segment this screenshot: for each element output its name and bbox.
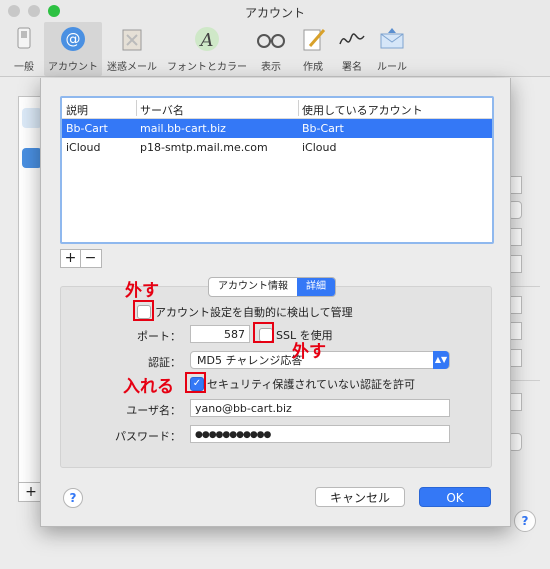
password-label: パスワード：	[115, 430, 181, 443]
preferences-toolbar: 一般 @ アカウント 迷惑メール A フォントとカラー 表示 作成 署名 ルール	[0, 22, 550, 77]
toolbar-label: 作成	[303, 62, 323, 73]
toolbar-label: ルール	[377, 62, 407, 73]
ok-button[interactable]: OK	[419, 487, 491, 507]
annotation-remove-ssl: 外す	[292, 342, 326, 362]
table-cell: mail.bb-cart.biz	[140, 122, 226, 135]
toolbar-fonts[interactable]: A フォントとカラー	[164, 22, 250, 76]
port-field[interactable]: 587	[190, 325, 250, 343]
tab-control: アカウント情報 詳細	[208, 277, 336, 297]
annotation-insert-insecure-auth: 入れる	[123, 377, 174, 397]
toolbar-viewing[interactable]: 表示	[252, 22, 290, 76]
annotation-remove-auto-manage: 外す	[125, 281, 159, 301]
toolbar-label: アカウント	[48, 62, 98, 73]
signature-icon	[339, 33, 365, 45]
column-header-server[interactable]: サーバ名	[140, 102, 184, 118]
cancel-button[interactable]: キャンセル	[315, 487, 405, 507]
annotation-box	[185, 372, 206, 393]
insecure-auth-label: セキュリティ保護されていない認証を許可	[207, 378, 416, 391]
svg-text:@: @	[66, 30, 81, 48]
auto-manage-label: アカウント設定を自動的に検出して管理	[155, 306, 353, 319]
table-cell: Bb-Cart	[302, 122, 344, 135]
username-label: ユーザ名：	[126, 404, 181, 417]
table-cell: iCloud	[302, 141, 337, 154]
divider	[510, 380, 540, 381]
smtp-server-table: 説明 サーバ名 使用しているアカウント Bb-Cart mail.bb-cart…	[60, 96, 494, 244]
username-field[interactable]: yano@bb-cart.biz	[190, 399, 450, 417]
title-bar: アカウント	[0, 0, 550, 22]
pen-icon	[303, 29, 326, 51]
smtp-server-sheet: 説明 サーバ名 使用しているアカウント Bb-Cart mail.bb-cart…	[40, 78, 511, 527]
column-header-description[interactable]: 説明	[66, 102, 88, 118]
toolbar-label: フォントとカラー	[167, 62, 247, 73]
password-field[interactable]: ●●●●●●●●●●●	[190, 425, 450, 443]
toolbar-label: 署名	[342, 62, 362, 73]
chevron-updown-icon: ▲▼	[433, 351, 449, 369]
annotation-box	[133, 300, 154, 321]
tab-account-info[interactable]: アカウント情報	[209, 278, 297, 296]
toolbar-signatures[interactable]: 署名	[334, 22, 370, 76]
table-row[interactable]: iCloud p18-smtp.mail.me.com iCloud	[62, 138, 492, 157]
toolbar-label: 迷惑メール	[107, 62, 157, 73]
add-server-button[interactable]: +	[61, 250, 80, 267]
window-title: アカウント	[244, 6, 305, 20]
toolbar-composing[interactable]: 作成	[294, 22, 332, 76]
table-row[interactable]: Bb-Cart mail.bb-cart.biz Bb-Cart	[62, 119, 492, 138]
tab-details[interactable]: 詳細	[297, 278, 335, 296]
divider	[510, 286, 540, 287]
help-button[interactable]: ?	[63, 488, 83, 508]
port-label: ポート：	[137, 330, 181, 343]
table-cell: p18-smtp.mail.me.com	[140, 141, 268, 154]
table-cell: Bb-Cart	[66, 122, 108, 135]
add-remove-control: + −	[60, 249, 102, 268]
annotation-box	[253, 322, 274, 343]
cloud-icon	[22, 108, 42, 128]
toolbar-label: 表示	[261, 62, 281, 73]
switch-icon	[17, 27, 31, 49]
toolbar-rules[interactable]: ルール	[372, 22, 412, 76]
remove-server-button[interactable]: −	[81, 250, 100, 267]
toolbar-general[interactable]: 一般	[4, 22, 44, 76]
font-icon: A	[195, 27, 219, 51]
at-icon: @	[61, 27, 85, 51]
toolbar-accounts[interactable]: @ アカウント	[44, 22, 102, 76]
toolbar-junk[interactable]: 迷惑メール	[104, 22, 160, 76]
svg-text:A: A	[199, 30, 214, 51]
table-cell: iCloud	[66, 141, 101, 154]
table-header: 説明 サーバ名 使用しているアカウント	[62, 98, 492, 119]
glasses-icon	[257, 34, 285, 48]
auth-label: 認証：	[148, 356, 181, 369]
toolbar-label: 一般	[14, 62, 34, 73]
column-header-account[interactable]: 使用しているアカウント	[302, 102, 423, 118]
trash-icon	[122, 29, 142, 51]
at-icon	[22, 148, 42, 168]
help-button[interactable]: ?	[514, 510, 536, 532]
envelope-icon	[380, 28, 404, 49]
auth-select-value: MD5 チャレンジ応答	[197, 354, 303, 367]
